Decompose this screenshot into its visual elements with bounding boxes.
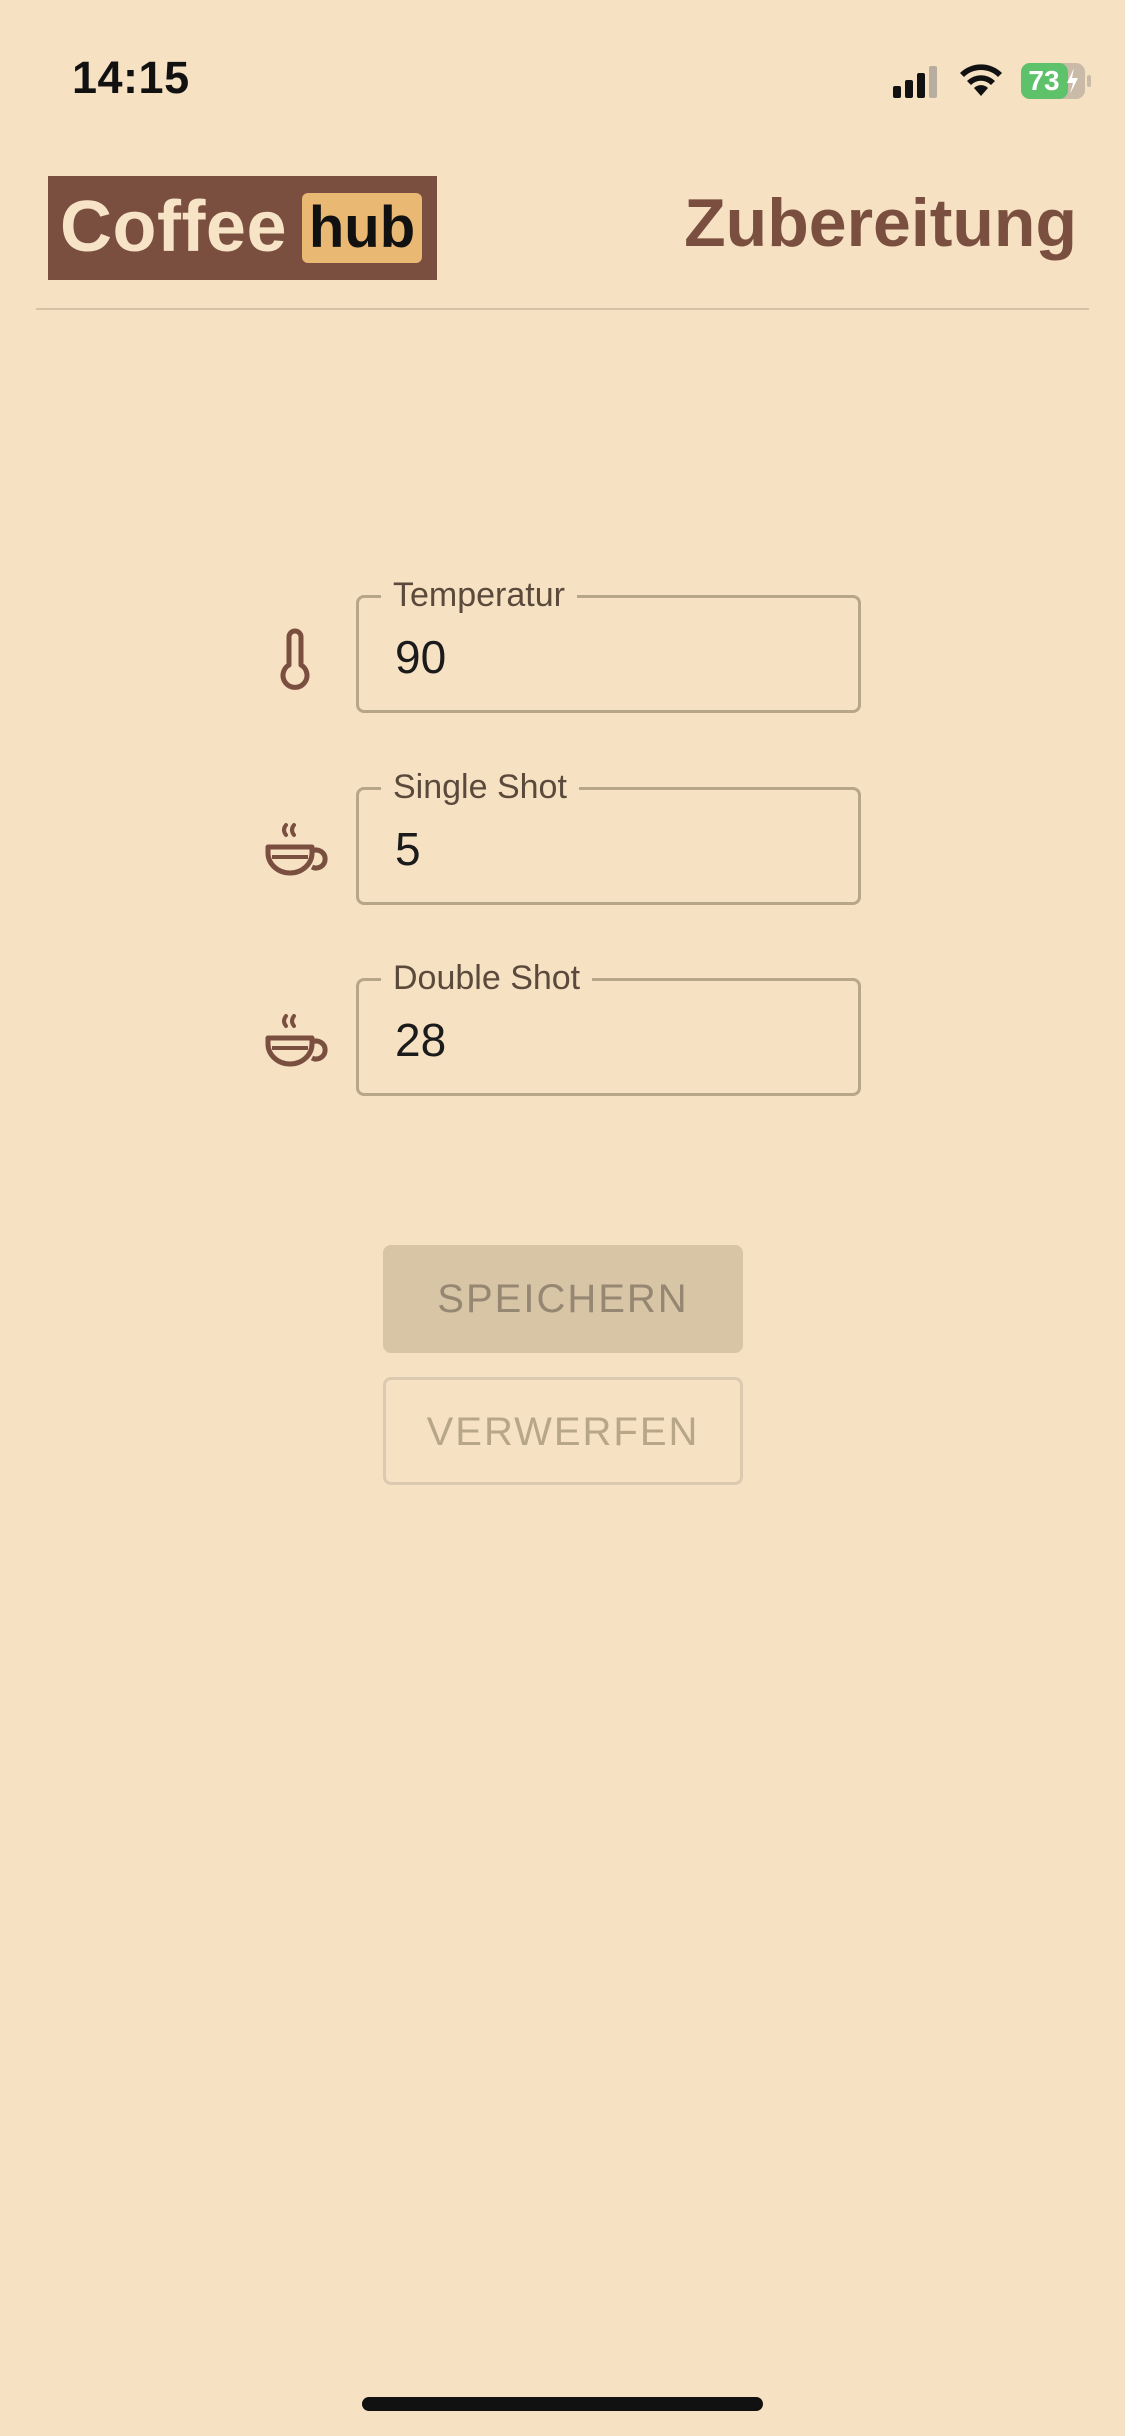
page-title: Zubereitung xyxy=(684,185,1077,261)
double-shot-input[interactable]: Double Shot 28 xyxy=(356,959,861,1096)
status-time: 14:15 xyxy=(72,52,190,103)
single-shot-label: Single Shot xyxy=(381,768,579,807)
double-shot-field-row: Double Shot 28 xyxy=(260,959,867,1102)
discard-button[interactable]: VERWERFEN xyxy=(383,1377,743,1485)
temperature-field-row: Temperatur 90 xyxy=(260,576,867,719)
double-shot-label: Double Shot xyxy=(381,959,593,998)
app-header: Coffee hub Zubereitung xyxy=(36,176,1089,310)
status-bar: 14:15 73 xyxy=(0,0,1125,150)
signal-icon xyxy=(893,66,937,98)
coffee-cup-icon xyxy=(265,1014,328,1067)
logo-hub-text: hub xyxy=(302,193,422,263)
home-indicator[interactable] xyxy=(362,2397,763,2411)
single-shot-field-row: Single Shot 5 xyxy=(260,768,867,911)
single-shot-input[interactable]: Single Shot 5 xyxy=(356,768,861,905)
coffeehub-logo: Coffee hub xyxy=(48,176,437,280)
save-button[interactable]: SPEICHERN xyxy=(383,1245,743,1353)
wifi-icon xyxy=(960,64,1002,96)
coffee-cup-icon xyxy=(265,823,328,876)
thermometer-icon xyxy=(280,628,310,690)
logo-coffee-text: Coffee xyxy=(60,187,288,267)
temperature-input[interactable]: Temperatur 90 xyxy=(356,576,861,713)
temperature-value[interactable]: 90 xyxy=(395,630,446,684)
temperature-label: Temperatur xyxy=(381,576,577,615)
double-shot-value[interactable]: 28 xyxy=(395,1013,446,1067)
single-shot-value[interactable]: 5 xyxy=(395,822,421,876)
battery-level: 73 xyxy=(1028,65,1060,96)
